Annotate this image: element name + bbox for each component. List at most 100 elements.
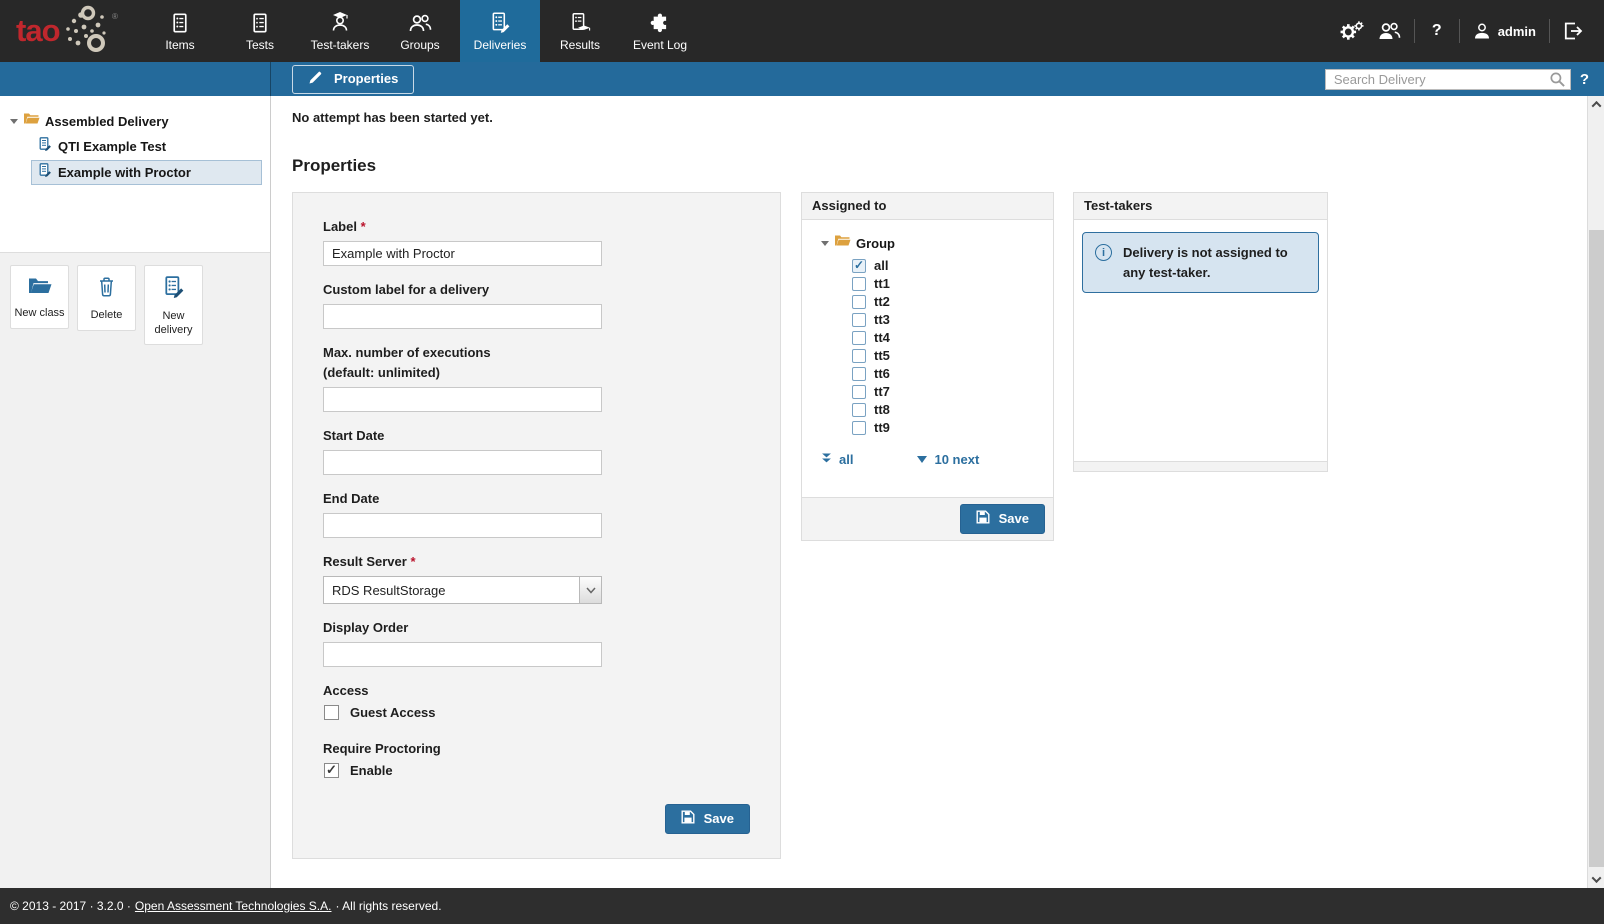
info-icon xyxy=(1095,244,1112,261)
scroll-down-button[interactable] xyxy=(1588,871,1604,888)
assigned-option[interactable]: tt3 xyxy=(852,312,1043,327)
search-icon[interactable] xyxy=(1549,71,1566,93)
chevron-down-icon[interactable] xyxy=(579,577,601,603)
vertical-scrollbar[interactable] xyxy=(1587,96,1604,888)
oat-link[interactable]: Open Assessment Technologies S.A. xyxy=(135,899,332,913)
checkbox-icon[interactable] xyxy=(852,277,866,291)
caret-down-icon[interactable] xyxy=(10,119,18,124)
nav-tab-deliveries[interactable]: Deliveries xyxy=(460,0,540,62)
checkbox-icon[interactable] xyxy=(852,403,866,417)
selected-option: RDS ResultStorage xyxy=(324,583,579,598)
logout-icon[interactable] xyxy=(1563,22,1584,40)
assigned-option[interactable]: tt4 xyxy=(852,330,1043,345)
delivery-item-icon xyxy=(38,137,52,156)
assigned-option[interactable]: tt6 xyxy=(852,366,1043,381)
assigned-save-button[interactable]: Save xyxy=(960,504,1045,534)
end-date-input[interactable] xyxy=(323,513,602,538)
field-label: Max. number of executions xyxy=(323,345,750,360)
field-label: Label * xyxy=(323,219,750,234)
display-order-input[interactable] xyxy=(323,642,602,667)
assigned-option[interactable]: tt9 xyxy=(852,420,1043,435)
tree-root-assembled-delivery[interactable]: Assembled Delivery xyxy=(10,112,262,130)
label-input[interactable] xyxy=(323,241,602,266)
scroll-up-button[interactable] xyxy=(1588,96,1604,113)
action-button-label: New delivery xyxy=(147,310,200,338)
tree-item-qti-example-test[interactable]: QTI Example Test xyxy=(31,134,262,159)
results-icon xyxy=(570,11,591,33)
tao-logo[interactable]: tao ® xyxy=(0,0,140,62)
content-region: Assembled Delivery QTI Example Test Exam… xyxy=(0,96,1604,888)
option-label: tt3 xyxy=(874,312,890,327)
assigned-option[interactable]: tt7 xyxy=(852,384,1043,399)
checkbox-checked-icon[interactable] xyxy=(324,763,339,778)
checkbox-icon[interactable] xyxy=(324,705,339,720)
info-message-box: Delivery is not assigned to any test-tak… xyxy=(1082,232,1319,293)
help-button[interactable]: ? xyxy=(1428,22,1446,40)
search-help-button[interactable]: ? xyxy=(1580,71,1589,88)
tests-icon xyxy=(250,11,270,33)
tao-logo-burst-icon xyxy=(54,3,110,60)
checkbox-icon[interactable] xyxy=(852,367,866,381)
checkbox-checked-icon[interactable] xyxy=(852,259,866,273)
new-class-button[interactable]: New class xyxy=(10,265,69,329)
user-management-icon[interactable] xyxy=(1377,21,1401,41)
required-asterisk: * xyxy=(410,554,415,569)
nav-tab-items[interactable]: Items xyxy=(140,0,220,62)
nav-tab-tests[interactable]: Tests xyxy=(220,0,300,62)
assigned-to-tree: Group all tt1 tt2 tt3 tt4 tt5 tt6 tt7 tt… xyxy=(802,220,1053,497)
tree-item-example-with-proctor[interactable]: Example with Proctor xyxy=(31,160,262,185)
assigned-option[interactable]: tt5 xyxy=(852,348,1043,363)
checkbox-icon[interactable] xyxy=(852,313,866,327)
new-delivery-icon xyxy=(163,276,185,303)
start-date-input[interactable] xyxy=(323,450,602,475)
test-takers-panel: Test-takers Delivery is not assigned to … xyxy=(1073,192,1328,472)
nav-tab-results[interactable]: Results xyxy=(540,0,620,62)
test-taker-icon xyxy=(329,11,351,33)
delivery-properties-form: Label * Custom label for a delivery Max.… xyxy=(292,192,781,859)
nav-tab-groups[interactable]: Groups xyxy=(380,0,460,62)
checkbox-icon[interactable] xyxy=(852,349,866,363)
new-delivery-button[interactable]: New delivery xyxy=(144,265,203,345)
assigned-option[interactable]: tt8 xyxy=(852,402,1043,417)
require-proctoring-option[interactable]: Enable xyxy=(324,763,750,778)
search-area xyxy=(1325,69,1571,90)
option-label: tt5 xyxy=(874,348,890,363)
nav-tabs: Items Tests Test-takers Groups Deliverie… xyxy=(140,0,700,62)
checkbox-icon[interactable] xyxy=(852,331,866,345)
field-label: Start Date xyxy=(323,428,750,443)
result-server-select[interactable]: RDS ResultStorage xyxy=(323,576,602,604)
sidebar-actions: New class Delete New delivery xyxy=(0,253,270,888)
select-all-link[interactable]: all xyxy=(821,452,853,467)
checkbox-icon[interactable] xyxy=(852,385,866,399)
page-title: Properties xyxy=(292,156,1587,176)
load-more-link[interactable]: 10 next xyxy=(917,452,979,467)
group-node[interactable]: Group xyxy=(812,234,1043,252)
caret-down-icon[interactable] xyxy=(821,241,829,246)
checkbox-icon[interactable] xyxy=(852,295,866,309)
custom-label-input[interactable] xyxy=(323,304,602,329)
checkbox-icon[interactable] xyxy=(852,421,866,435)
save-disk-icon xyxy=(976,510,990,527)
nav-tab-label: Items xyxy=(165,38,194,52)
delete-button[interactable]: Delete xyxy=(77,265,136,331)
user-account-button[interactable]: admin xyxy=(1473,22,1536,40)
folder-open-icon xyxy=(23,112,40,130)
save-button-label: Save xyxy=(704,811,734,826)
assigned-option-all[interactable]: all xyxy=(852,258,1043,273)
max-executions-input[interactable] xyxy=(323,387,602,412)
scrollbar-thumb[interactable] xyxy=(1589,230,1604,867)
items-icon xyxy=(170,11,190,33)
triangle-down-icon xyxy=(917,452,927,467)
guest-access-option[interactable]: Guest Access xyxy=(324,705,750,720)
assigned-option[interactable]: tt2 xyxy=(852,294,1043,309)
tree-item-label: Example with Proctor xyxy=(58,165,191,180)
save-button[interactable]: Save xyxy=(665,804,750,834)
nav-tab-test-takers[interactable]: Test-takers xyxy=(300,0,380,62)
properties-button[interactable]: Properties xyxy=(292,65,414,94)
settings-gears-icon[interactable] xyxy=(1340,20,1364,42)
nav-tab-event-log[interactable]: Event Log xyxy=(620,0,700,62)
nav-tab-label: Deliveries xyxy=(474,38,527,52)
assigned-option[interactable]: tt1 xyxy=(852,276,1043,291)
search-input[interactable] xyxy=(1325,69,1571,90)
tao-logo-text: tao xyxy=(16,13,60,49)
